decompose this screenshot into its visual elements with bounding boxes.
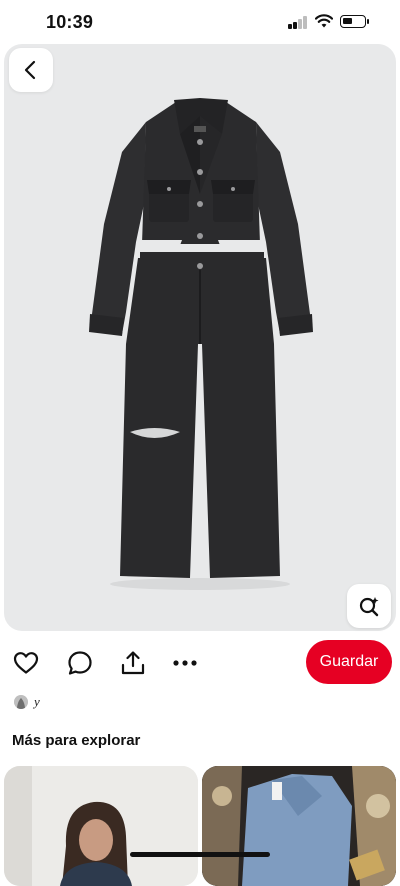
wifi-icon (315, 14, 333, 28)
more-to-explore-heading: Más para explorar (12, 732, 141, 749)
denim-jumpsuit-image (89, 98, 313, 590)
comment-button[interactable] (67, 650, 93, 676)
save-button[interactable]: Guardar (306, 640, 392, 684)
status-time: 10:39 (46, 12, 94, 32)
comment-icon (68, 651, 92, 675)
visual-search-button[interactable] (347, 584, 391, 628)
battery-icon (340, 15, 366, 28)
creator-name[interactable]: y (34, 694, 40, 710)
home-indicator (130, 852, 270, 857)
related-pin-2[interactable] (202, 766, 396, 886)
visual-search-icon (359, 597, 379, 617)
like-button[interactable] (13, 650, 39, 676)
avatar-image (14, 695, 28, 709)
creator-info[interactable]: y (14, 692, 40, 712)
back-button[interactable] (9, 48, 53, 92)
avatar[interactable] (14, 695, 28, 709)
more-options-button[interactable] (172, 650, 198, 676)
share-icon (121, 651, 145, 675)
related-pin-image (202, 766, 396, 886)
share-button[interactable] (120, 650, 146, 676)
related-pin-1[interactable] (4, 766, 198, 886)
back-arrow-icon (24, 60, 36, 80)
cellular-signal-icon (288, 15, 308, 29)
related-pin-image (4, 766, 198, 886)
status-bar: 10:39 (0, 0, 400, 44)
heart-icon (13, 652, 39, 674)
pin-image[interactable] (4, 44, 396, 631)
more-icon (173, 660, 197, 666)
